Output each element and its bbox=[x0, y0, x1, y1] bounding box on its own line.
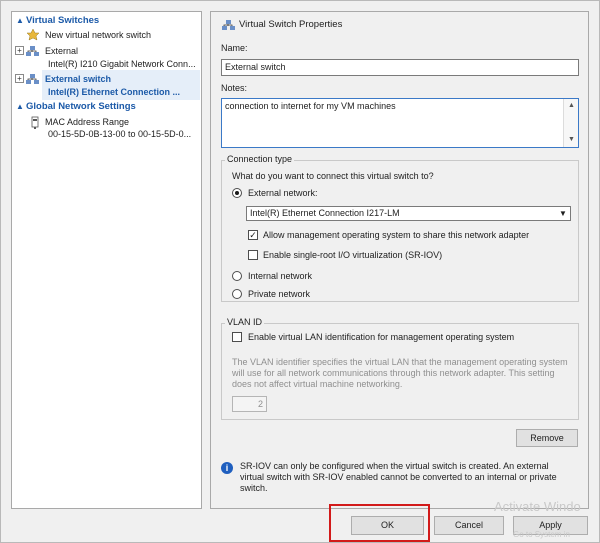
mac-address-icon bbox=[30, 116, 44, 129]
tree-item-mac-range[interactable]: MAC Address Range bbox=[45, 116, 129, 128]
switch-name-input[interactable]: External switch bbox=[221, 59, 579, 76]
internal-network-radio[interactable] bbox=[232, 271, 242, 281]
adapter-select[interactable]: Intel(R) Ethernet Connection I217-LM ▼ bbox=[246, 206, 571, 221]
remove-button[interactable]: Remove bbox=[516, 429, 578, 447]
info-icon: i bbox=[221, 462, 233, 474]
notes-textarea[interactable]: connection to internet for my VM machine… bbox=[221, 98, 579, 148]
vlan-description: The VLAN identifier specifies the virtua… bbox=[232, 357, 568, 389]
tree-item-new-switch[interactable]: New virtual network switch bbox=[45, 29, 151, 41]
switch-properties-pane: Virtual Switch Properties Name: External… bbox=[210, 11, 589, 509]
name-label: Name: bbox=[221, 43, 248, 53]
network-switch-icon bbox=[222, 19, 236, 31]
sriov-info-text: SR-IOV can only be configured when the v… bbox=[240, 461, 557, 493]
connection-question: What do you want to connect this virtual… bbox=[232, 171, 434, 181]
external-network-radio[interactable] bbox=[232, 188, 242, 198]
adapter-select-value: Intel(R) Ethernet Connection I217-LM bbox=[250, 208, 400, 218]
collapse-chevron-icon[interactable]: ▲ bbox=[14, 14, 26, 27]
external-network-label[interactable]: External network: bbox=[248, 188, 318, 198]
private-network-radio[interactable] bbox=[232, 289, 242, 299]
cancel-button[interactable]: Cancel bbox=[434, 516, 504, 535]
expand-external-switch-icon[interactable]: + bbox=[15, 74, 24, 83]
switch-navigation-tree[interactable]: ▲ Virtual Switches New virtual network sw… bbox=[11, 11, 202, 509]
allow-mgmt-checkbox[interactable]: ✓ bbox=[248, 230, 258, 240]
section-virtual-switches[interactable]: ▲ Virtual Switches bbox=[14, 14, 200, 27]
vlan-id-input[interactable]: 2 bbox=[232, 396, 267, 412]
internal-network-label[interactable]: Internal network bbox=[248, 271, 312, 281]
notes-label: Notes: bbox=[221, 83, 248, 93]
section-global-network-settings[interactable]: ▲ Global Network Settings bbox=[14, 100, 200, 113]
connection-type-legend: Connection type bbox=[225, 154, 295, 164]
vlan-legend: VLAN ID bbox=[225, 317, 265, 327]
expand-external-icon[interactable]: + bbox=[15, 46, 24, 55]
activation-watermark: Activate Windo bbox=[494, 499, 581, 514]
private-network-label[interactable]: Private network bbox=[248, 289, 310, 299]
network-switch-icon bbox=[26, 45, 40, 57]
virtual-switch-manager-window: ▲ Virtual Switches New virtual network sw… bbox=[0, 0, 600, 543]
collapse-chevron-icon[interactable]: ▲ bbox=[14, 100, 26, 113]
properties-title: Virtual Switch Properties bbox=[239, 19, 343, 30]
scroll-up-icon[interactable]: ▲ bbox=[564, 99, 579, 113]
new-switch-star-icon bbox=[26, 28, 40, 41]
vlan-checkbox-label[interactable]: Enable virtual LAN identification for ma… bbox=[248, 332, 514, 342]
notes-scrollbar[interactable]: ▲ ▼ bbox=[563, 99, 578, 147]
network-switch-icon bbox=[26, 73, 40, 85]
vlan-checkbox[interactable] bbox=[232, 332, 242, 342]
sriov-checkbox[interactable] bbox=[248, 250, 258, 260]
tree-item-external[interactable]: External bbox=[45, 45, 78, 57]
section-virtual-switches-label: Virtual Switches bbox=[26, 15, 100, 26]
notes-text: connection to internet for my VM machine… bbox=[225, 101, 396, 111]
chevron-down-icon[interactable]: ▼ bbox=[556, 207, 570, 220]
scroll-down-icon[interactable]: ▼ bbox=[564, 133, 579, 147]
section-global-label: Global Network Settings bbox=[26, 101, 136, 112]
tree-item-external-adapter: Intel(R) I210 Gigabit Network Conn... bbox=[48, 59, 196, 69]
tree-item-external-switch-adapter: Intel(R) Ethernet Connection ... bbox=[48, 87, 180, 97]
tree-item-external-switch[interactable]: External switch bbox=[45, 73, 111, 85]
ok-button-highlight bbox=[329, 504, 430, 542]
sriov-label[interactable]: Enable single-root I/O virtualization (S… bbox=[263, 250, 442, 260]
allow-mgmt-label[interactable]: Allow management operating system to sha… bbox=[263, 230, 529, 240]
tree-item-mac-range-value: 00-15-5D-0B-13-00 to 00-15-5D-0... bbox=[48, 129, 192, 139]
activation-watermark-sub: Go to System in bbox=[513, 530, 570, 539]
